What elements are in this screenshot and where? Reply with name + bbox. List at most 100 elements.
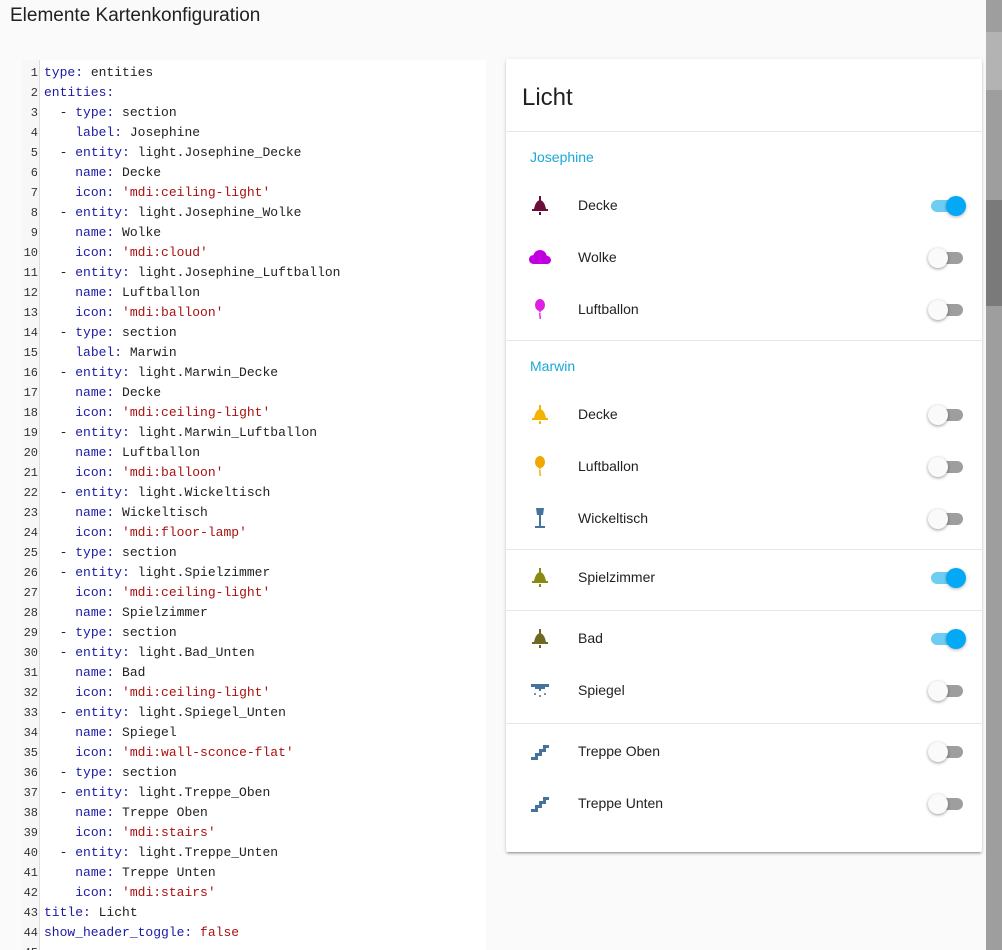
yaml-value: 'mdi:floor-lamp' <box>122 525 247 540</box>
yaml-key: type: <box>75 325 115 340</box>
section-divider <box>506 610 982 611</box>
ceiling-light-icon <box>528 193 552 217</box>
code-line: 1 type: entities <box>22 63 486 83</box>
background-edge <box>986 200 1002 306</box>
toggle-thumb <box>928 742 948 762</box>
entity-name[interactable]: Treppe Unten <box>578 795 663 811</box>
line-number: 6 <box>30 166 38 180</box>
code-text: name: Decke <box>44 383 161 403</box>
yaml-key: type: <box>75 105 115 120</box>
entity-toggle[interactable] <box>928 455 966 477</box>
code-line: 19 - entity: light.Marwin_Luftballon <box>22 423 486 443</box>
yaml-value: Spielzimmer <box>122 605 208 620</box>
entity-toggle[interactable] <box>928 740 966 762</box>
entity-toggle[interactable] <box>928 679 966 701</box>
line-number: 44 <box>23 926 38 940</box>
entity-name[interactable]: Treppe Oben <box>578 743 660 759</box>
entity-toggle[interactable] <box>928 507 966 529</box>
entity-name[interactable]: Spiegel <box>578 682 625 698</box>
code-line: 30 - entity: light.Bad_Unten <box>22 643 486 663</box>
code-line: 11 - entity: light.Josephine_Luftballon <box>22 263 486 283</box>
entity-toggle[interactable] <box>928 246 966 268</box>
entity-toggle[interactable] <box>928 627 966 649</box>
toggle-thumb <box>928 794 948 814</box>
toggle-thumb <box>946 568 966 588</box>
code-text: name: Luftballon <box>44 443 200 463</box>
yaml-value: 'mdi:balloon' <box>122 465 224 480</box>
yaml-value: Luftballon <box>122 285 201 300</box>
code-line: 27 icon: 'mdi:ceiling-light' <box>22 583 486 603</box>
code-line: 34 name: Spiegel <box>22 723 486 743</box>
entity-toggle[interactable] <box>928 194 966 216</box>
code-text: name: Treppe Unten <box>44 863 215 883</box>
entity-name[interactable]: Decke <box>578 406 618 422</box>
yaml-key: icon: <box>75 585 115 600</box>
code-text: icon: 'mdi:stairs' <box>44 823 215 843</box>
code-line: 18 icon: 'mdi:ceiling-light' <box>22 403 486 423</box>
entity-name[interactable]: Spielzimmer <box>578 569 655 585</box>
code-line: 39 icon: 'mdi:stairs' <box>22 823 486 843</box>
line-number: 31 <box>23 666 38 680</box>
code-line: 32 icon: 'mdi:ceiling-light' <box>22 683 486 703</box>
yaml-value: Wolke <box>122 225 162 240</box>
code-text: icon: 'mdi:floor-lamp' <box>44 523 247 543</box>
entity-name[interactable]: Decke <box>578 197 618 213</box>
entity-row: Decke <box>506 394 982 434</box>
code-text: name: Spiegel <box>44 723 176 743</box>
code-line: 4 label: Josephine <box>22 123 486 143</box>
yaml-key: entity: <box>75 645 130 660</box>
code-text: icon: 'mdi:cloud' <box>44 243 208 263</box>
code-text: icon: 'mdi:ceiling-light' <box>44 403 270 423</box>
entity-toggle[interactable] <box>928 566 966 588</box>
entity-name[interactable]: Wickeltisch <box>578 510 648 526</box>
entity-row: Bad <box>506 618 982 658</box>
toggle-thumb <box>928 300 948 320</box>
yaml-value: light.Josephine_Luftballon <box>137 265 341 280</box>
line-number: 7 <box>30 186 38 200</box>
entity-toggle[interactable] <box>928 298 966 320</box>
entity-row: Spielzimmer <box>506 557 982 597</box>
yaml-value: 'mdi:wall-sconce-flat' <box>122 745 294 760</box>
line-number: 38 <box>23 806 38 820</box>
line-number: 37 <box>23 786 38 800</box>
stairs-icon <box>528 791 552 815</box>
code-text: - entity: light.Josephine_Decke <box>44 145 302 160</box>
code-text: entities: <box>44 83 114 103</box>
entity-name[interactable]: Bad <box>578 630 603 646</box>
wall-sconce-flat-icon <box>528 678 552 702</box>
entity-toggle[interactable] <box>928 403 966 425</box>
line-number: 14 <box>23 326 38 340</box>
line-number: 40 <box>23 846 38 860</box>
code-line: 14 - type: section <box>22 323 486 343</box>
entity-name[interactable]: Luftballon <box>578 458 639 474</box>
code-line: 37 - entity: light.Treppe_Oben <box>22 783 486 803</box>
section-divider <box>506 131 982 132</box>
entity-row: Treppe Oben <box>506 731 982 771</box>
entity-toggle[interactable] <box>928 792 966 814</box>
code-line: 20 name: Luftballon <box>22 443 486 463</box>
code-line: 21 icon: 'mdi:balloon' <box>22 463 486 483</box>
line-number: 29 <box>23 626 38 640</box>
code-text: - entity: light.Spiegel_Unten <box>44 705 286 720</box>
code-line: 10 icon: 'mdi:cloud' <box>22 243 486 263</box>
entity-name[interactable]: Wolke <box>578 249 617 265</box>
yaml-key: type: <box>75 625 115 640</box>
yaml-code-editor[interactable]: 1 type: entities 2 entities: 3 - type: secti… <box>22 60 486 950</box>
yaml-key: name: <box>75 285 115 300</box>
toggle-thumb <box>946 196 966 216</box>
yaml-key: icon: <box>75 245 115 260</box>
code-line: 42 icon: 'mdi:stairs' <box>22 883 486 903</box>
code-line: 9 name: Wolke <box>22 223 486 243</box>
line-number: 15 <box>23 346 38 360</box>
card-title: Licht <box>522 84 573 111</box>
entity-name[interactable]: Luftballon <box>578 301 639 317</box>
code-line: 5 - entity: light.Josephine_Decke <box>22 143 486 163</box>
entity-row: Wolke <box>506 237 982 277</box>
code-text: - entity: light.Marwin_Luftballon <box>44 425 318 440</box>
line-number: 21 <box>23 466 38 480</box>
code-line: 40 - entity: light.Treppe_Unten <box>22 843 486 863</box>
yaml-key: icon: <box>75 685 115 700</box>
entity-row: Wickeltisch <box>506 498 982 538</box>
code-text: show_header_toggle: false <box>44 923 239 943</box>
code-text: icon: 'mdi:ceiling-light' <box>44 183 270 203</box>
